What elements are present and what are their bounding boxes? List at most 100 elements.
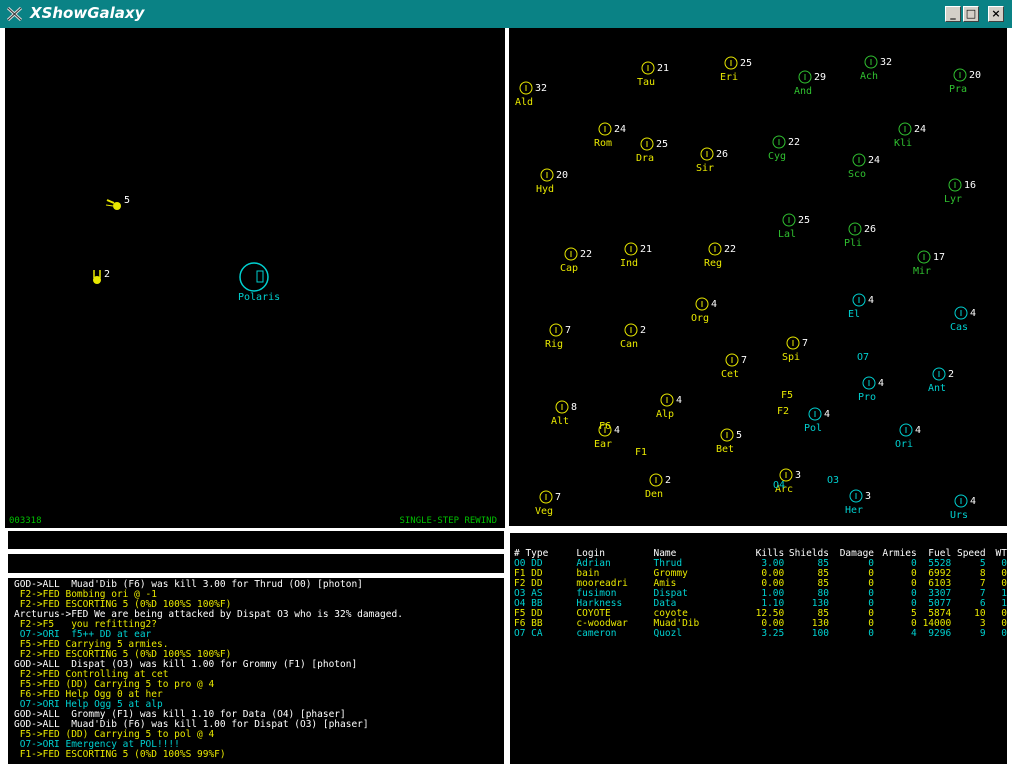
planet-cet[interactable]: 7Cet <box>721 353 747 380</box>
planet-mir[interactable]: 17Mir <box>913 250 945 277</box>
planet-armies: 4 <box>915 425 921 436</box>
planet-el[interactable]: 4 El <box>848 293 874 320</box>
planet-name: Mir <box>913 266 931 277</box>
planet-name: Cas <box>950 322 968 333</box>
planet-armies: 22 <box>724 244 736 255</box>
planet-name: Cap <box>560 263 578 274</box>
planet-alt[interactable]: 8Alt <box>551 400 577 427</box>
planet-pol[interactable]: 4Pol <box>804 407 830 434</box>
planet-urs[interactable]: 4Urs <box>950 494 976 521</box>
planet-hyd[interactable]: 20Hyd <box>536 168 568 195</box>
message-list: GOD->ALL Muad'Dib (F6) was kill 3.00 for… <box>14 580 403 760</box>
ship-f1[interactable]: F1 <box>635 447 647 458</box>
planet-lal[interactable]: 25Lal <box>778 213 810 240</box>
message-window[interactable]: GOD->ALL Muad'Dib (F6) was kill 3.00 for… <box>8 578 504 764</box>
planet-name: Rig <box>545 339 563 350</box>
player-cell: Quozl <box>653 628 683 639</box>
player-list-window[interactable]: # Type Login Name Kills Shields Damage Armies F… <box>510 533 1007 764</box>
close-button[interactable]: × <box>988 6 1004 22</box>
planet-sco[interactable]: 24Sco <box>848 153 880 180</box>
planet-pra[interactable]: 20Pra <box>949 68 981 95</box>
planet-name: Veg <box>535 506 553 517</box>
planet-armies: 7 <box>741 355 747 366</box>
tactical-ship-5[interactable]: 5 <box>105 195 130 210</box>
ship-f5[interactable]: F5 <box>781 390 793 401</box>
planet-veg[interactable]: 7Veg <box>535 490 561 517</box>
planet-armies: 24 <box>614 124 626 135</box>
ship-o7[interactable]: O7 <box>857 352 869 363</box>
planet-armies: 4 <box>970 308 976 319</box>
planet-armies: 4 <box>824 409 830 420</box>
title-bar[interactable]: XShowGalaxy _ □ × <box>0 0 1012 29</box>
planet-kli[interactable]: 24Kli <box>894 122 926 149</box>
player-cell: O7 CA <box>514 628 543 639</box>
player-cell: 0 <box>868 608 875 619</box>
ship-f2[interactable]: F2 <box>777 406 789 417</box>
galaxy-view[interactable]: 32 Ald 21 Tau 25 Eri 29 And 32 Ach 20 Pra 24 Rom 25 Dra… <box>509 28 1007 526</box>
planet-cas[interactable]: 4Cas <box>950 306 976 333</box>
planet-ant[interactable]: 2Ant <box>928 367 954 394</box>
planet-eri[interactable]: 25Eri <box>720 56 752 83</box>
planet-cyg[interactable]: 22Cyg <box>768 135 800 162</box>
playback-status: SINGLE-STEP REWIND <box>399 516 497 526</box>
planet-her[interactable]: 3Her <box>845 489 871 516</box>
planet-cap[interactable]: 22Cap <box>560 247 592 274</box>
planet-rom[interactable]: 24Rom <box>594 122 626 149</box>
planet-pro[interactable]: 4Pro <box>858 376 884 403</box>
galaxy-map[interactable]: 32Ald 21Tau 25Eri 29And 32Ach 20Pra 24Rom 25Dra… <box>509 28 1007 526</box>
planet-armies: 5 <box>736 430 742 441</box>
ship-f6[interactable]: F6 <box>599 421 611 432</box>
planet-armies: 4 <box>614 425 620 436</box>
planet-name: Ald <box>515 97 533 108</box>
planet-name: Eri <box>720 72 738 83</box>
planet-armies: 7 <box>802 338 808 349</box>
tactical-ship-2[interactable]: 2 <box>93 269 110 284</box>
tactical-map[interactable]: Polaris 5 2 <box>5 28 505 528</box>
planet-name: Alp <box>656 409 674 420</box>
planet-rig[interactable]: 7Rig <box>545 323 571 350</box>
planet-sir[interactable]: 26Sir <box>696 147 728 174</box>
player-cell: cameron <box>576 628 617 639</box>
planet-ind[interactable]: 21Ind <box>620 242 652 269</box>
planet-name: Ori <box>895 439 913 450</box>
planet-lyr[interactable]: 16Lyr <box>944 178 976 205</box>
planet-ald[interactable]: 32Ald <box>515 81 547 108</box>
planet-ori[interactable]: 4Ori <box>895 423 921 450</box>
planet-alp[interactable]: 4Alp <box>656 393 682 420</box>
planet-reg[interactable]: 22Reg <box>704 242 736 269</box>
planet-armies: 26 <box>716 149 728 160</box>
planet-name: Ant <box>928 383 946 394</box>
planet-armies: 7 <box>565 325 571 336</box>
player-cell: 0 <box>868 568 875 579</box>
planet-and[interactable]: 29And <box>794 70 826 97</box>
planet-name: Tau <box>637 77 655 88</box>
planet-name: Pol <box>804 423 822 434</box>
ship-o3[interactable]: O3 <box>827 475 839 486</box>
planet-armies: 32 <box>535 83 547 94</box>
planet-can[interactable]: 2Can <box>620 323 646 350</box>
message-input-bar[interactable] <box>8 554 504 573</box>
player-cell: 0 <box>868 588 875 599</box>
planet-bet[interactable]: 5Bet <box>716 428 742 455</box>
planet-armies: 4 <box>676 395 682 406</box>
planet-org[interactable]: 4Org <box>691 297 717 324</box>
planet-spi[interactable]: 7Spi <box>782 336 808 363</box>
planet-pli[interactable]: 26Pli <box>844 222 876 249</box>
tactical-view[interactable]: Polaris 5 2 003318 SINGLE-STEP REWIND <box>5 28 505 528</box>
planet-dra[interactable]: 25Dra <box>636 137 668 164</box>
ship-o4[interactable]: O4 <box>773 480 785 491</box>
planet-tau[interactable]: 21Tau <box>637 61 669 88</box>
planet-name: Kli <box>894 138 912 149</box>
player-cell: 0 <box>868 618 875 629</box>
planet-ach[interactable]: 32Ach <box>860 55 892 82</box>
planet-name: Rom <box>594 138 612 149</box>
planet-armies: 4 <box>970 496 976 507</box>
planet-name: Pra <box>949 84 967 95</box>
maximize-button[interactable]: □ <box>963 6 979 22</box>
planet-den[interactable]: 2Den <box>645 473 671 500</box>
player-cell: 0 <box>868 628 875 639</box>
planet-armies: 20 <box>969 70 981 81</box>
player-row[interactable]: O7 CA cameron Quozl 3.25 100 0 4 9296 9 0 <box>514 629 1007 639</box>
minimize-button[interactable]: _ <box>945 6 961 22</box>
tactical-planet-polaris[interactable]: Polaris <box>238 262 280 303</box>
